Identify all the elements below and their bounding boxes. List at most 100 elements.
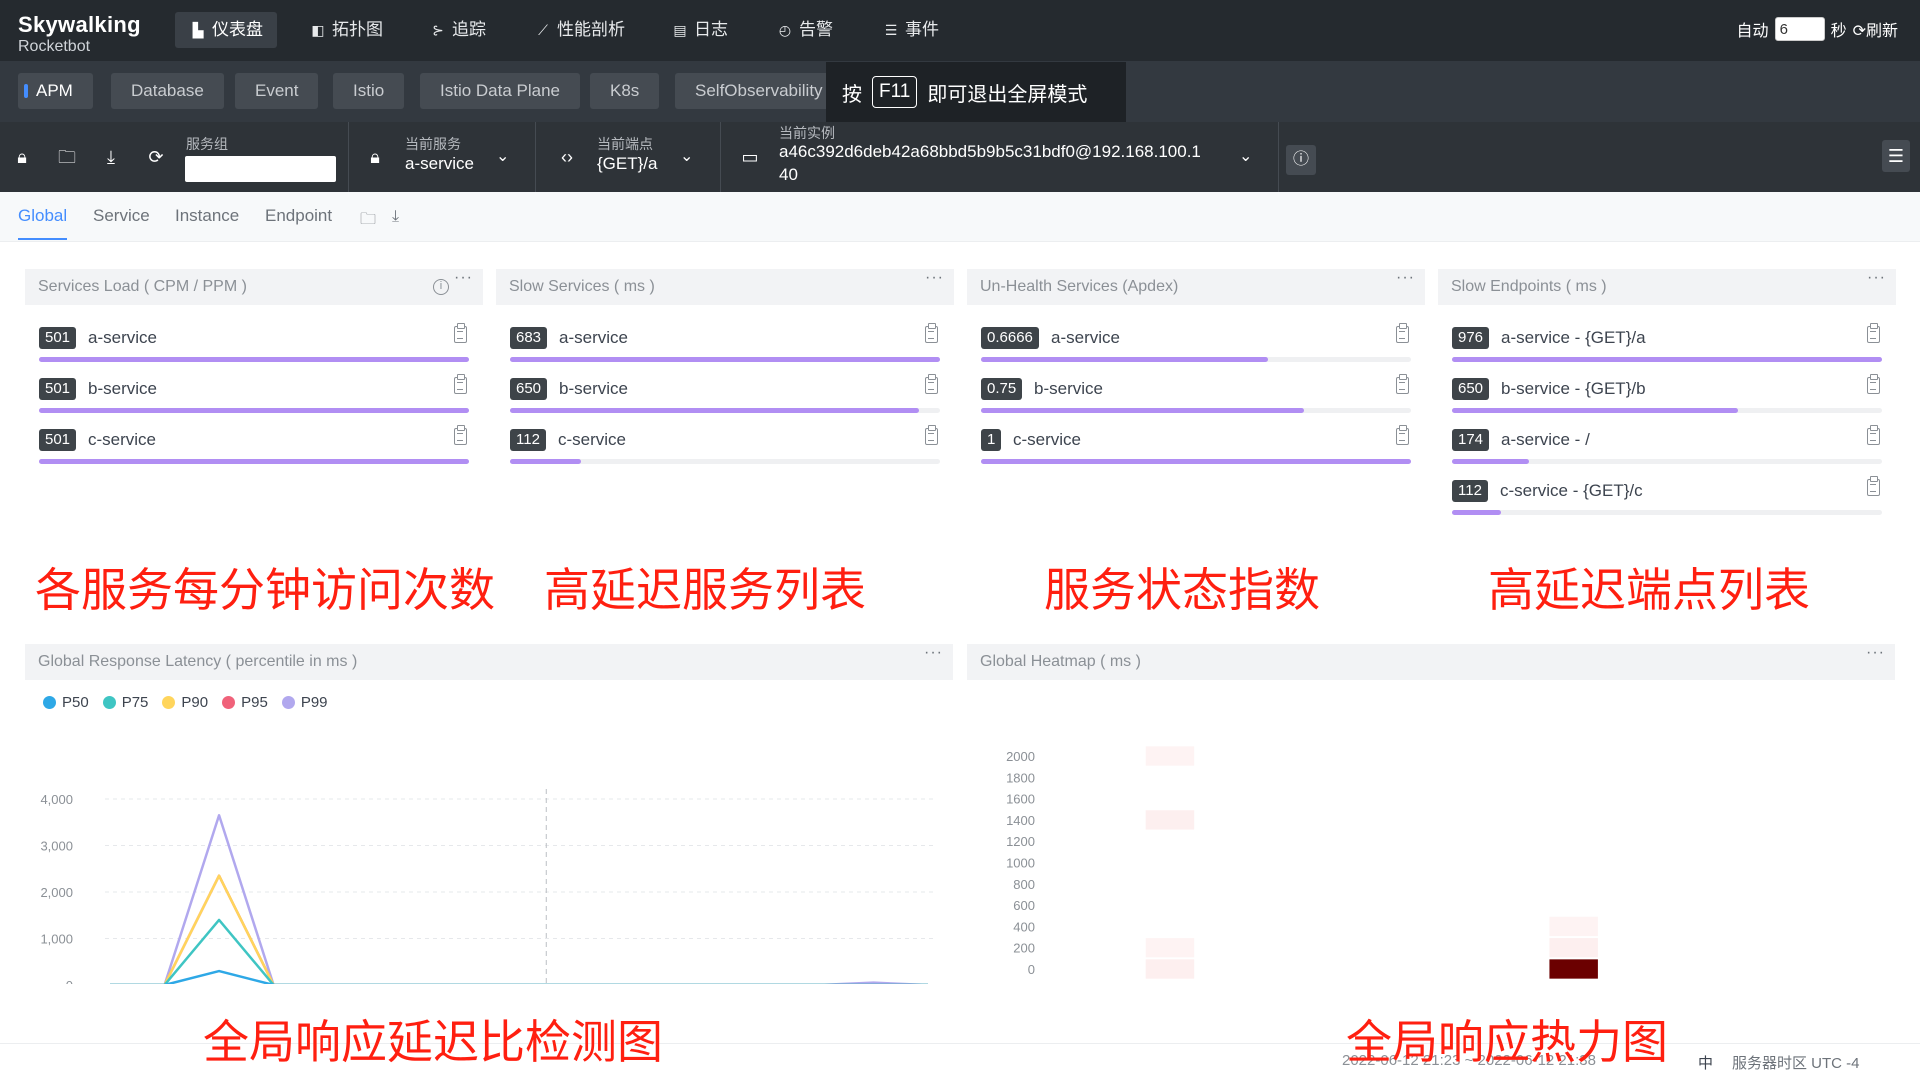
progress-fill <box>1452 459 1529 464</box>
reload-icon[interactable]: ⟳ <box>145 146 167 168</box>
y-tick-label: 4,000 <box>40 792 73 807</box>
nav-item-1[interactable]: ◧ 拓扑图 <box>295 12 397 48</box>
info-icon[interactable]: ⓘ <box>1286 145 1316 175</box>
auto-refresh-interval-input[interactable] <box>1774 17 1825 41</box>
auto-refresh: 自动 秒 ⟳刷新 <box>1737 17 1898 41</box>
nav-item-4[interactable]: ▤ 日志 <box>657 12 742 48</box>
clipboard-icon[interactable] <box>925 323 938 343</box>
progress-fill <box>1452 357 1882 362</box>
list-item[interactable]: 0.75 b-service <box>981 372 1411 416</box>
list-item[interactable]: 501 c-service <box>39 423 469 467</box>
value-badge: 650 <box>1452 378 1490 400</box>
auto-unit: 秒 <box>1830 23 1847 40</box>
language-toggle[interactable]: 中 <box>1698 1052 1713 1073</box>
list-item[interactable]: 501 a-service <box>39 321 469 365</box>
list-item[interactable]: 683 a-service <box>510 321 940 365</box>
clipboard-icon[interactable] <box>454 323 467 343</box>
current-service-label: 当前服务 <box>405 136 461 152</box>
nav-item-3[interactable]: ⟋ 性能剖析 <box>520 12 639 48</box>
nav-item-0[interactable]: ▙ 仪表盘 <box>175 12 277 48</box>
download-icon[interactable]: ⤓ <box>100 146 122 168</box>
progress-fill <box>1452 510 1502 515</box>
y-tick-label: 400 <box>1013 919 1035 934</box>
list-item[interactable]: 1 c-service <box>981 423 1411 467</box>
more-icon[interactable]: ··· <box>454 269 473 287</box>
info-icon[interactable]: i <box>433 279 449 295</box>
download-icon[interactable]: ⤓ <box>392 208 399 226</box>
value-badge: 112 <box>1452 480 1488 502</box>
dashboard-tab[interactable]: Global <box>18 206 68 240</box>
current-service-value[interactable]: a-service <box>405 154 474 174</box>
nav-item-2[interactable]: ⊱ 追踪 <box>415 12 500 48</box>
layer-tab[interactable]: Database <box>111 73 224 109</box>
service-group-input[interactable] <box>185 156 336 182</box>
chevron-down-icon[interactable]: ⌄ <box>496 146 509 166</box>
clipboard-icon[interactable] <box>1396 374 1409 394</box>
list-item[interactable]: 174 a-service - / <box>1452 423 1882 467</box>
profile-icon: ⟋ <box>538 22 548 38</box>
latency-chart: 01,0002,0003,0004,00021:2306-1221:2406-1… <box>40 789 933 984</box>
more-icon[interactable]: ··· <box>1867 269 1886 287</box>
more-icon[interactable]: ··· <box>1866 644 1885 662</box>
current-instance-value[interactable]: a46c392d6deb42a68bbd5b9b5c31bdf0@192.168… <box>779 142 1201 162</box>
layer-tab[interactable]: K8s <box>590 73 660 109</box>
series-line-p95 <box>110 874 928 984</box>
layer-tab[interactable]: Istio <box>333 73 405 109</box>
list-item[interactable]: 112 c-service <box>510 423 940 467</box>
refresh-button[interactable]: ⟳刷新 <box>1853 17 1898 41</box>
lock-icon[interactable]: 🔒︎ <box>11 146 33 168</box>
more-icon[interactable]: ··· <box>925 269 944 287</box>
more-icon[interactable]: ··· <box>1396 269 1415 287</box>
slow-endpoints-panel: Slow Endpoints ( ms ) ··· 976 a-service -… <box>1438 269 1896 519</box>
layer-tab[interactable]: Event <box>235 73 319 109</box>
clipboard-icon[interactable] <box>925 374 938 394</box>
folder-icon[interactable]: 🗀 <box>56 146 78 168</box>
y-tick-label: 3,000 <box>40 839 73 854</box>
logo[interactable]: Skywalking Rocketbot <box>18 12 141 56</box>
chevron-down-icon[interactable]: ⌄ <box>1239 146 1252 166</box>
layer-tab[interactable]: APM <box>18 73 93 109</box>
nav-item-5[interactable]: ◴ 告警 <box>762 12 847 48</box>
row-label: a-service - {GET}/a <box>1501 328 1646 347</box>
value-badge: 650 <box>510 378 548 400</box>
list-item[interactable]: 0.6666 a-service <box>981 321 1411 365</box>
clipboard-icon[interactable] <box>1867 425 1880 445</box>
clipboard-icon[interactable] <box>454 374 467 394</box>
clipboard-icon[interactable] <box>1867 323 1880 343</box>
clipboard-icon[interactable] <box>1867 476 1880 496</box>
current-endpoint-value[interactable]: {GET}/a <box>597 154 657 174</box>
list-item[interactable]: 976 a-service - {GET}/a <box>1452 321 1882 365</box>
clipboard-icon[interactable] <box>1396 425 1409 445</box>
layer-tab[interactable]: Istio Data Plane <box>420 73 581 109</box>
value-badge: 174 <box>1452 429 1490 451</box>
server-timezone: 服务器时区 UTC -4 <box>1732 1055 1860 1072</box>
list-item[interactable]: 650 b-service <box>510 372 940 416</box>
value-badge: 501 <box>39 327 77 349</box>
value-badge: 501 <box>39 429 77 451</box>
list-item[interactable]: 501 b-service <box>39 372 469 416</box>
nav-item-6[interactable]: ☰ 事件 <box>868 12 953 48</box>
clipboard-icon[interactable] <box>454 425 467 445</box>
progress-track <box>1452 408 1882 413</box>
folder-icon[interactable]: 🗀 <box>360 208 376 235</box>
dashboard-tab[interactable]: Endpoint <box>265 206 332 226</box>
dashboard-tab[interactable]: Service <box>93 206 150 226</box>
heatmap-cell <box>1145 810 1195 830</box>
series-line-p50 <box>110 969 928 984</box>
progress-fill <box>981 408 1304 413</box>
clipboard-icon[interactable] <box>925 425 938 445</box>
chevron-down-icon[interactable]: ⌄ <box>680 146 693 166</box>
panel-title: Slow Endpoints ( ms ) <box>1438 269 1896 305</box>
layer-tab[interactable]: SelfObservability <box>675 73 843 109</box>
list-item[interactable]: 650 b-service - {GET}/b <box>1452 372 1882 416</box>
more-icon[interactable]: ··· <box>924 644 943 662</box>
clipboard-icon[interactable] <box>1396 323 1409 343</box>
dashboard-tab[interactable]: Instance <box>175 206 239 226</box>
heatmap-cell <box>1145 746 1195 766</box>
progress-track <box>1452 459 1882 464</box>
latency-chart-panel: Global Response Latency ( percentile in … <box>25 644 953 984</box>
value-badge: 0.6666 <box>981 327 1039 349</box>
list-item[interactable]: 112 c-service - {GET}/c <box>1452 474 1882 518</box>
menu-toggle-icon[interactable]: ☰ <box>1882 140 1910 172</box>
clipboard-icon[interactable] <box>1867 374 1880 394</box>
